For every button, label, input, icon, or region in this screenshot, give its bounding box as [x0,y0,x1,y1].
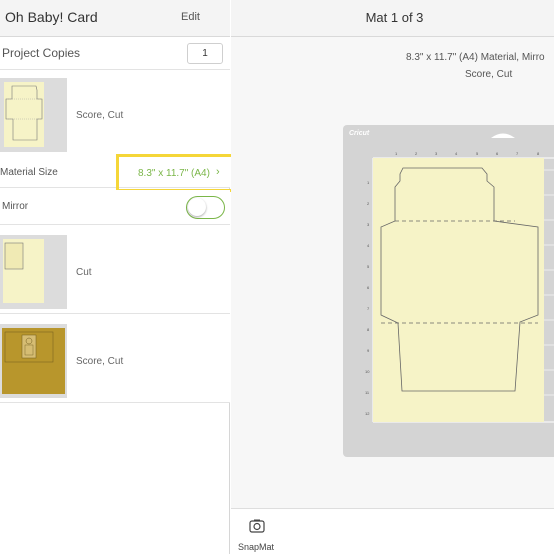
ruler-top-tick: 7 [516,151,519,156]
mat-thumbnail-3 [0,324,67,398]
edit-button[interactable]: Edit [181,11,200,23]
mat-preview-header: Mat 1 of 3 [231,0,554,37]
mat-2-label: Cut [76,267,92,278]
project-header: Oh Baby! Card Edit [0,0,230,37]
mat-1-label: Score, Cut [76,110,124,121]
cutting-mat[interactable]: Cricut 1 2 3 4 5 6 7 8 1 2 3 4 5 6 7 8 9… [343,125,554,457]
project-title: Oh Baby! Card [5,9,98,25]
mat-preview-title: Mat 1 of 3 [365,10,424,25]
ruler-top-tick: 8 [537,151,540,156]
ruler-top-tick: 1 [395,151,398,156]
ruler-left-tick: 11 [365,390,370,395]
bottom-toolbar: SnapMat [231,508,554,554]
ruler-top-tick: 6 [496,151,499,156]
chevron-right-icon[interactable]: › [216,166,220,178]
mat-item-1[interactable]: Score, Cut [0,70,230,158]
mat-item-2[interactable]: Cut [0,225,230,314]
ruler-left-tick: 8 [367,327,370,332]
mat-item-3[interactable]: Score, Cut [0,314,230,403]
mat-thumbnail-2 [0,235,67,309]
material-size-label: Material Size [0,167,58,178]
ruler-top-tick: 4 [455,151,458,156]
camera-icon[interactable] [249,518,265,539]
project-panel: Oh Baby! Card Edit Project Copies 1 Scor… [0,0,246,554]
mat-operations-info: Score, Cut [465,69,513,80]
ruler-top-tick: 3 [435,151,438,156]
ruler-left-tick: 12 [365,411,370,416]
mat-preview-panel: Mat 1 of 3 8.3" x 11.7" (A4) Material, M… [231,0,554,554]
ruler-top-tick: 2 [415,151,418,156]
ruler-top: 1 2 3 4 5 6 7 8 [343,125,554,158]
ruler-left-tick: 2 [367,201,370,206]
ruler-left-tick: 1 [367,180,370,185]
mat-3-label: Score, Cut [76,356,124,367]
ruler-left-tick: 6 [367,285,370,290]
project-copies-label: Project Copies [2,46,81,60]
ruler-left-tick: 4 [367,243,370,248]
ruler-left-tick: 5 [367,264,370,269]
ruler-left-tick: 3 [367,222,370,227]
ruler-left-tick: 10 [365,369,370,374]
mirror-label: Mirror [2,201,29,212]
material-size-value[interactable]: 8.3" x 11.7" (A4) [138,168,210,179]
ruler-top-tick: 5 [476,151,479,156]
project-copies-input[interactable]: 1 [187,43,223,64]
ruler-left: 1 2 3 4 5 6 7 8 9 10 11 12 [343,125,373,457]
snapmat-label[interactable]: SnapMat [238,542,274,552]
ruler-left-tick: 7 [367,306,370,311]
mirror-toggle-knob [188,198,206,216]
mat-thumbnail-1 [0,78,67,152]
mat-canvas [372,133,554,423]
mat-material-info: 8.3" x 11.7" (A4) Material, Mirro [406,52,545,63]
project-copies-row: Project Copies 1 [0,37,230,70]
mirror-toggle[interactable] [186,196,225,219]
ruler-left-tick: 9 [367,348,370,353]
